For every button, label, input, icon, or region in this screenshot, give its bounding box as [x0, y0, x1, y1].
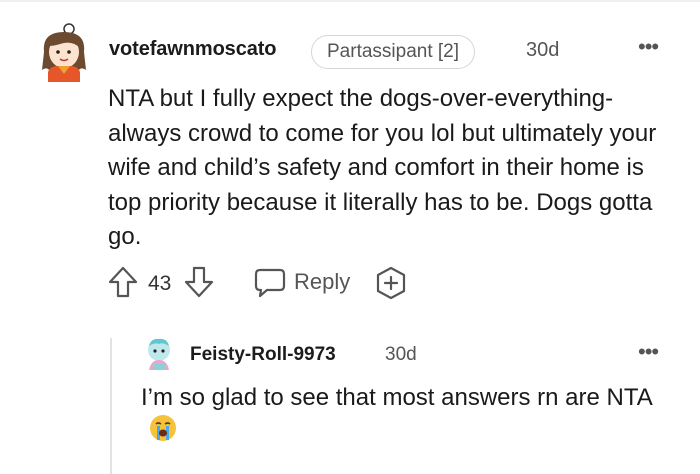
downvote-button[interactable]	[184, 266, 214, 298]
reply-bubble-icon	[254, 268, 286, 298]
comment-timestamp[interactable]: 30d	[526, 39, 559, 62]
reply-avatar[interactable]	[143, 336, 175, 374]
reply-more-options-icon[interactable]: •••	[638, 341, 659, 363]
comment: votefawnmoscato Partassipant [2] 30d •••…	[0, 0, 700, 474]
comment-actions: 43 Reply	[108, 262, 438, 302]
reply-timestamp[interactable]: 30d	[385, 344, 417, 366]
downvote-icon	[184, 266, 214, 298]
reply-button[interactable]: Reply	[254, 266, 350, 298]
reply-body-text: I’m so glad to see that most answers rn …	[141, 384, 653, 411]
reply-author[interactable]: Feisty-Roll-9973	[190, 344, 336, 366]
add-award-icon	[376, 266, 406, 300]
reply-body: I’m so glad to see that most answers rn …	[141, 381, 681, 447]
more-options-icon[interactable]: •••	[638, 36, 659, 58]
upvote-icon	[108, 266, 138, 298]
upvote-button[interactable]	[108, 266, 138, 298]
thread-line[interactable]	[110, 338, 112, 474]
user-flair: Partassipant [2]	[311, 35, 476, 69]
comment-author[interactable]: votefawnmoscato	[109, 38, 277, 61]
vote-count: 43	[148, 272, 172, 295]
reply-label: Reply	[294, 269, 351, 294]
add-award-button[interactable]	[374, 266, 408, 300]
comment-body: NTA but I fully expect the dogs-over-eve…	[108, 85, 657, 250]
user-avatar[interactable]	[36, 22, 92, 84]
crying-face-emoji	[150, 415, 176, 441]
